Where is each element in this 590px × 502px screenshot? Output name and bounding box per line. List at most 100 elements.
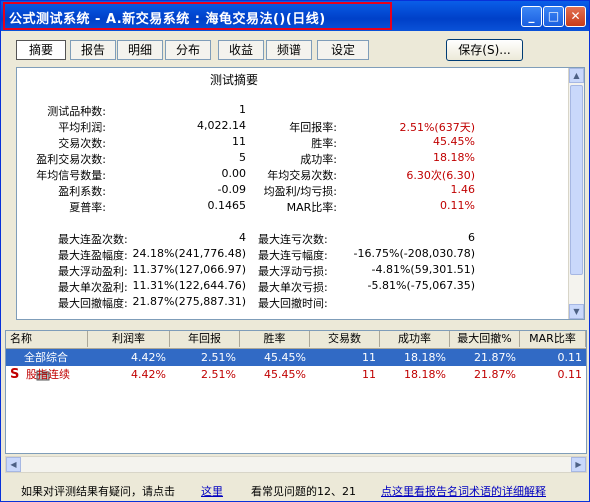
stat-value: 4,022.14 [197, 119, 246, 132]
maximize-icon: □ [547, 9, 560, 23]
summary-panel: 测试摘要 测试品种数: 平均利润: 交易次数: 盈利交易次数: 年均信号数量: … [16, 67, 585, 320]
table-cell: 2.51% [201, 368, 236, 381]
glossary-link[interactable]: 点这里看报告名词术语的详细解释 [381, 483, 546, 499]
tab-distribution[interactable]: 分布 [165, 40, 211, 60]
faq-text: 看常见问题的12、21 [251, 485, 356, 498]
scroll-right-button[interactable]: ▶ [571, 457, 586, 472]
question-link[interactable]: 这里 [201, 483, 223, 499]
table-cell: 11 [362, 368, 376, 381]
column-header[interactable]: 最大回撤% [450, 331, 520, 347]
stat-value: 24.18%(241,776.48) [132, 247, 246, 260]
maximize-button[interactable]: □ [543, 6, 564, 27]
stat-label: 年均交易次数: [267, 169, 337, 182]
stat-value: 6 [468, 231, 475, 244]
table-cell: 4.42% [131, 368, 166, 381]
stat-value: 1.46 [450, 183, 476, 196]
stat-label: 最大连亏幅度: [258, 249, 328, 262]
stat-value: 11 [232, 135, 246, 148]
minimize-button[interactable]: _ [521, 6, 542, 27]
footer-bar: 如果对评测结果有疑问，请点击 这里 看常见问题的12、21 点这里看报告名词术语… [1, 479, 589, 501]
table-cell: 0.11 [557, 351, 583, 364]
column-header[interactable]: MAR比率 [520, 331, 586, 347]
column-header[interactable]: 成功率 [380, 331, 450, 347]
column-header[interactable]: 年回报 [170, 331, 240, 347]
stat-value: 11.37%(127,066.97) [132, 263, 246, 276]
summary-title: 测试摘要 [210, 73, 259, 87]
tab-spectrum[interactable]: 频谱 [266, 40, 312, 60]
title-bar: 公式测试系统 - A.新交易系统 : 海龟交易法()(日线) _ □ ✕ [1, 1, 589, 31]
stat-value: -5.81%(-75,067.35) [367, 279, 475, 292]
scroll-down-button[interactable]: ▼ [569, 304, 584, 319]
tab-summary[interactable]: 摘要 [16, 40, 66, 60]
arrow-right-icon: ▶ [575, 460, 582, 469]
table-cell: 0.11 [557, 368, 583, 381]
table-cell: 45.45% [264, 351, 306, 364]
table-cell: 4.42% [131, 351, 166, 364]
column-header[interactable]: 胜率 [240, 331, 310, 347]
stat-value: 18.18% [433, 151, 475, 164]
stat-label: 年回报率: [289, 121, 337, 134]
stat-value: 4 [239, 231, 246, 244]
stat-value: 45.45% [433, 135, 475, 148]
results-table: 名称 利润率 年回报 胜率 交易数 成功率 最大回撤% MAR比率 全部综合 4… [5, 330, 587, 454]
column-header[interactable]: 利润率 [88, 331, 170, 347]
stat-label: 最大连盈幅度: [58, 249, 128, 262]
stat-label: 盈利系数: [58, 185, 106, 198]
stat-value: 1 [239, 103, 246, 116]
table-cell: 2.51% [201, 351, 236, 364]
stat-label: 最大浮动亏损: [258, 265, 328, 278]
tab-detail[interactable]: 明细 [117, 40, 163, 60]
table-cell: 21.87% [474, 368, 516, 381]
stat-label: 胜率: [311, 137, 337, 150]
table-cell: 18.18% [404, 351, 446, 364]
table-row[interactable]: S 股指连续 4.42% 2.51% 45.45% 11 18.18% 21.8… [6, 366, 586, 383]
arrow-down-icon: ▼ [573, 307, 580, 316]
s-icon: S [10, 367, 20, 382]
table-cell: 11 [362, 351, 376, 364]
close-icon: ✕ [570, 9, 581, 23]
tab-report[interactable]: 报告 [70, 40, 116, 60]
table-horizontal-scrollbar[interactable]: ◀ ▶ [5, 456, 587, 473]
stat-label: 最大连亏次数: [258, 233, 328, 246]
folder-icon [8, 349, 50, 381]
arrow-up-icon: ▲ [573, 71, 580, 80]
stat-label: 最大单次亏损: [258, 281, 328, 294]
table-cell: 全部综合 [24, 351, 68, 364]
scroll-left-button[interactable]: ◀ [6, 457, 21, 472]
stat-value: 0.00 [221, 167, 247, 180]
stat-label: 均盈利/均亏损: [263, 185, 337, 198]
stat-value: 5 [239, 151, 246, 164]
stat-label: 年均信号数量: [36, 169, 106, 182]
stat-label: 最大浮动盈利: [58, 265, 128, 278]
stat-label: 测试品种数: [47, 105, 106, 118]
stat-value: 0.11% [440, 199, 475, 212]
question-text: 如果对评测结果有疑问，请点击 [21, 485, 175, 498]
save-button[interactable]: 保存(S)... [446, 39, 523, 61]
table-cell: 18.18% [404, 368, 446, 381]
stat-label: 平均利润: [58, 121, 106, 134]
stat-value: -0.09 [217, 183, 246, 196]
stat-label: 最大回撤时间: [258, 297, 328, 310]
table-row[interactable]: 全部综合 4.42% 2.51% 45.45% 11 18.18% 21.87%… [6, 349, 586, 381]
column-header[interactable]: 名称 [6, 331, 88, 347]
tab-returns[interactable]: 收益 [218, 40, 264, 60]
stat-label: 成功率: [300, 153, 337, 166]
table-cell: 21.87% [474, 351, 516, 364]
stat-value: 2.51%(637天) [399, 121, 475, 134]
scroll-thumb[interactable] [570, 85, 583, 275]
stat-label: 最大回撤幅度: [58, 297, 128, 310]
scroll-up-button[interactable]: ▲ [569, 68, 584, 83]
table-cell: 45.45% [264, 368, 306, 381]
window-title: 公式测试系统 - A.新交易系统 : 海龟交易法()(日线) [9, 12, 326, 27]
column-header[interactable]: 交易数 [310, 331, 380, 347]
stat-label: 盈利交易次数: [36, 153, 106, 166]
app-window: 公式测试系统 - A.新交易系统 : 海龟交易法()(日线) _ □ ✕ 摘要 … [0, 0, 590, 502]
summary-scrollbar[interactable]: ▲ ▼ [568, 68, 584, 319]
table-header: 名称 利润率 年回报 胜率 交易数 成功率 最大回撤% MAR比率 [6, 331, 586, 349]
stat-value: 11.31%(122,644.76) [132, 279, 246, 292]
tab-settings[interactable]: 设定 [317, 40, 369, 60]
close-button[interactable]: ✕ [565, 6, 586, 27]
minimize-icon: _ [528, 9, 535, 23]
stat-value: 6.30次(6.30) [406, 169, 475, 182]
stat-label: 交易次数: [58, 137, 106, 150]
